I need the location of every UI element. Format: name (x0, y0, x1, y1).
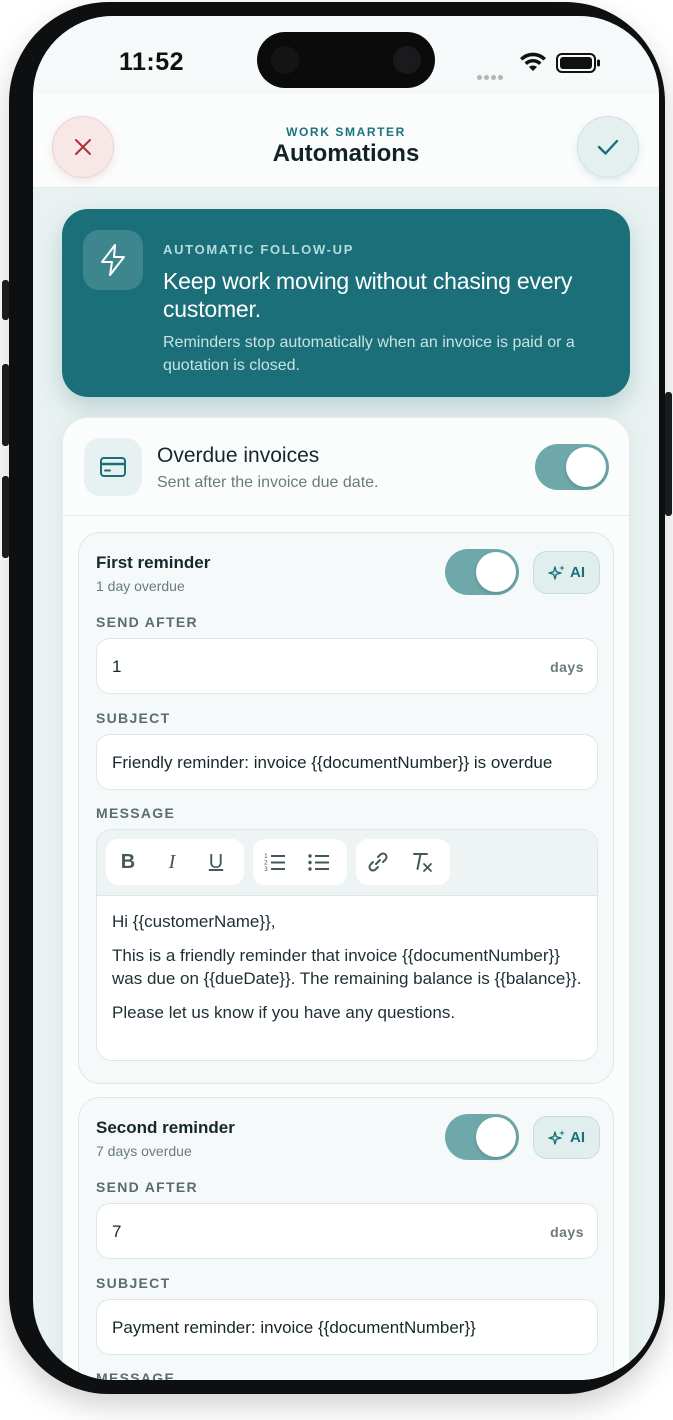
misc-group (356, 839, 450, 885)
message-label: MESSAGE (96, 1370, 176, 1380)
card-header: Overdue invoices Sent after the invoice … (63, 418, 629, 516)
toggle-knob (476, 552, 516, 592)
message-label: MESSAGE (96, 805, 176, 821)
send-after-input[interactable]: 1 days (96, 638, 598, 694)
subject-label: SUBJECT (96, 710, 171, 726)
screen: 11:52 WORK SMARTER Automations AUTOMATIC… (33, 16, 659, 1380)
lightning-icon (83, 230, 143, 290)
hero-eyebrow: AUTOMATIC FOLLOW-UP (163, 242, 355, 257)
camera (393, 46, 421, 74)
reminder-subtitle: 1 day overdue (96, 578, 185, 594)
underline-button[interactable]: U (194, 839, 238, 885)
status-bar: 11:52 (33, 16, 659, 94)
hero-banner: AUTOMATIC FOLLOW-UP Keep work moving wit… (62, 209, 630, 397)
volume-down-button (2, 476, 9, 558)
bullet-list-button[interactable] (297, 839, 341, 885)
send-after-unit: days (550, 1224, 584, 1240)
send-after-label: SEND AFTER (96, 614, 198, 630)
italic-icon: I (168, 850, 176, 873)
clear-format-icon (413, 853, 432, 872)
reminder-title: Second reminder (96, 1118, 235, 1137)
ai-button[interactable]: AI (533, 551, 600, 594)
send-after-input[interactable]: 7 days (96, 1203, 598, 1259)
battery-icon (556, 53, 600, 73)
confirm-button[interactable] (577, 116, 639, 178)
ai-label: AI (570, 564, 585, 581)
message-greeting: Hi {{customerName}}, (112, 912, 276, 931)
reminder-title: First reminder (96, 553, 211, 572)
bold-button[interactable]: B (106, 839, 150, 885)
toggle-knob (566, 447, 606, 487)
message-editor[interactable]: B I U 1 2 3 Hi {{customerName}}, This is… (96, 829, 598, 1061)
send-after-value: 1 (112, 657, 122, 676)
overdue-invoices-toggle[interactable] (535, 444, 609, 490)
list-group: 1 2 3 (253, 839, 347, 885)
toggle-knob (476, 1117, 516, 1157)
message-paragraph: This is a friendly reminder that invoice… (112, 946, 582, 988)
hero-description: Reminders stop automatically when an inv… (163, 334, 575, 374)
message-body: Hi {{customerName}}, This is a friendly … (112, 910, 588, 1035)
svg-text:3: 3 (264, 866, 268, 872)
subject-value: Payment reminder: invoice {{documentNumb… (112, 1318, 476, 1337)
first-reminder-toggle[interactable] (445, 549, 519, 595)
format-group: B I U (106, 839, 244, 885)
reminder-subtitle: 7 days overdue (96, 1143, 192, 1159)
header-eyebrow: WORK SMARTER (286, 125, 406, 139)
dynamic-island (257, 32, 435, 88)
message-closing: Please let us know if you have any quest… (112, 1003, 456, 1022)
volume-up-button (2, 364, 9, 446)
subject-label: SUBJECT (96, 1275, 171, 1291)
status-time: 11:52 (119, 48, 185, 76)
editor-toolbar: B I U 1 2 3 (97, 830, 597, 896)
underline-icon: U (208, 850, 224, 873)
subject-input[interactable]: Friendly reminder: invoice {{documentNum… (96, 734, 598, 790)
first-reminder-card: First reminder 1 day overdue AI SEND AFT… (78, 532, 614, 1084)
sparkles-icon (548, 564, 565, 580)
subject-value: Friendly reminder: invoice {{documentNum… (112, 753, 553, 772)
second-reminder-card: Second reminder 7 days overdue AI SEND A… (78, 1097, 614, 1380)
ordered-list-button[interactable]: 1 2 3 (253, 839, 297, 885)
clear-format-button[interactable] (400, 839, 444, 885)
sensor (271, 46, 299, 74)
power-button (665, 392, 672, 516)
sparkles-icon (548, 1129, 565, 1145)
subject-input[interactable]: Payment reminder: invoice {{documentNumb… (96, 1299, 598, 1355)
card-subtitle: Sent after the invoice due date. (157, 474, 379, 491)
bullet-list-icon (308, 854, 329, 871)
italic-button[interactable]: I (150, 839, 194, 885)
wifi-icon (520, 52, 546, 71)
link-icon (368, 852, 388, 872)
signal-icon (477, 67, 511, 80)
ordered-list-icon: 1 2 3 (264, 853, 285, 872)
page-title: Automations (272, 140, 420, 167)
hero-title: Keep work moving without chasing every c… (163, 268, 573, 322)
phone-frame: 11:52 WORK SMARTER Automations AUTOMATIC… (2, 2, 672, 1394)
check-icon (597, 139, 619, 155)
ai-label: AI (570, 1129, 585, 1146)
nav-header: WORK SMARTER Automations (33, 94, 659, 188)
second-reminder-toggle[interactable] (445, 1114, 519, 1160)
bold-icon: B (120, 850, 136, 873)
send-after-unit: days (550, 659, 584, 675)
send-after-value: 7 (112, 1222, 122, 1241)
card-title: Overdue invoices (157, 444, 320, 467)
send-after-label: SEND AFTER (96, 1179, 198, 1195)
overdue-invoices-card: Overdue invoices Sent after the invoice … (62, 417, 630, 1380)
ai-button[interactable]: AI (533, 1116, 600, 1159)
link-button[interactable] (356, 839, 400, 885)
credit-card-icon (84, 438, 142, 496)
action-button (2, 280, 9, 320)
